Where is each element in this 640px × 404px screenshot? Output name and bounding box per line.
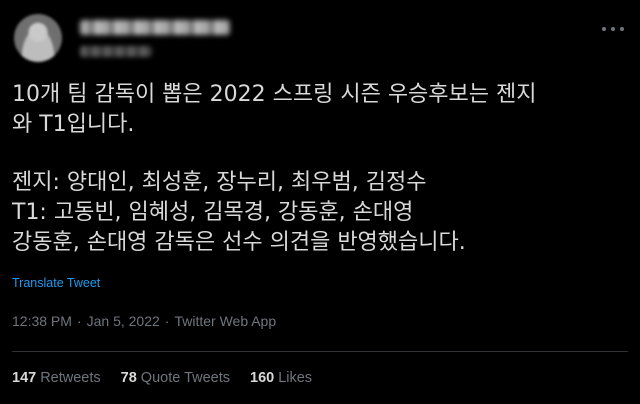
author-handle-blurred[interactable]	[80, 46, 152, 57]
likes-stat[interactable]: 160 Likes	[250, 370, 312, 386]
quote-tweets-stat[interactable]: 78 Quote Tweets	[121, 370, 230, 386]
tweet-text-line: 강동훈, 손대영 감독은 선수 의견을 반영했습니다.	[12, 230, 466, 255]
translate-tweet-link[interactable]: Translate Tweet	[12, 276, 100, 290]
tweet-text-line: 젠지: 양대인, 최성훈, 장누리, 최우범, 김정수	[12, 170, 427, 195]
avatar[interactable]	[14, 14, 62, 62]
quote-tweets-count: 78	[120, 370, 137, 386]
separator: ·	[164, 313, 170, 329]
tweet-date[interactable]: Jan 5, 2022	[87, 313, 160, 329]
tweet-meta: 12:38 PM · Jan 5, 2022 · Twitter Web App	[12, 313, 276, 329]
quote-tweets-label: Quote Tweets	[140, 370, 230, 386]
tweet-text-line: 와 T1입니다.	[12, 112, 135, 137]
likes-count: 160	[250, 370, 275, 386]
tweet-time[interactable]: 12:38 PM	[12, 313, 72, 329]
retweets-label: Retweets	[40, 370, 101, 386]
divider	[12, 351, 628, 352]
likes-label: Likes	[278, 370, 313, 386]
tweet-header	[12, 8, 628, 68]
retweets-stat[interactable]: 147 Retweets	[12, 370, 101, 386]
retweets-count: 147	[12, 370, 37, 386]
author-name-blurred[interactable]	[80, 20, 230, 35]
more-horizontal-icon[interactable]	[602, 22, 624, 36]
tweet-text-line: T1: 고동빈, 임혜성, 김목경, 강동훈, 손대영	[12, 200, 414, 225]
dot	[620, 27, 624, 31]
tweet-text: 10개 팀 감독이 뽑은 2022 스프링 시즌 우승후보는 젠지 와 T1입니…	[12, 80, 632, 258]
tweet-stats: 147 Retweets 78 Quote Tweets 160 Likes	[12, 370, 312, 386]
tweet-text-line: 10개 팀 감독이 뽑은 2022 스프링 시즌 우승후보는 젠지	[12, 82, 537, 107]
dot	[602, 27, 606, 31]
tweet-source[interactable]: Twitter Web App	[174, 313, 276, 329]
separator: ·	[76, 313, 82, 329]
dot	[611, 27, 615, 31]
